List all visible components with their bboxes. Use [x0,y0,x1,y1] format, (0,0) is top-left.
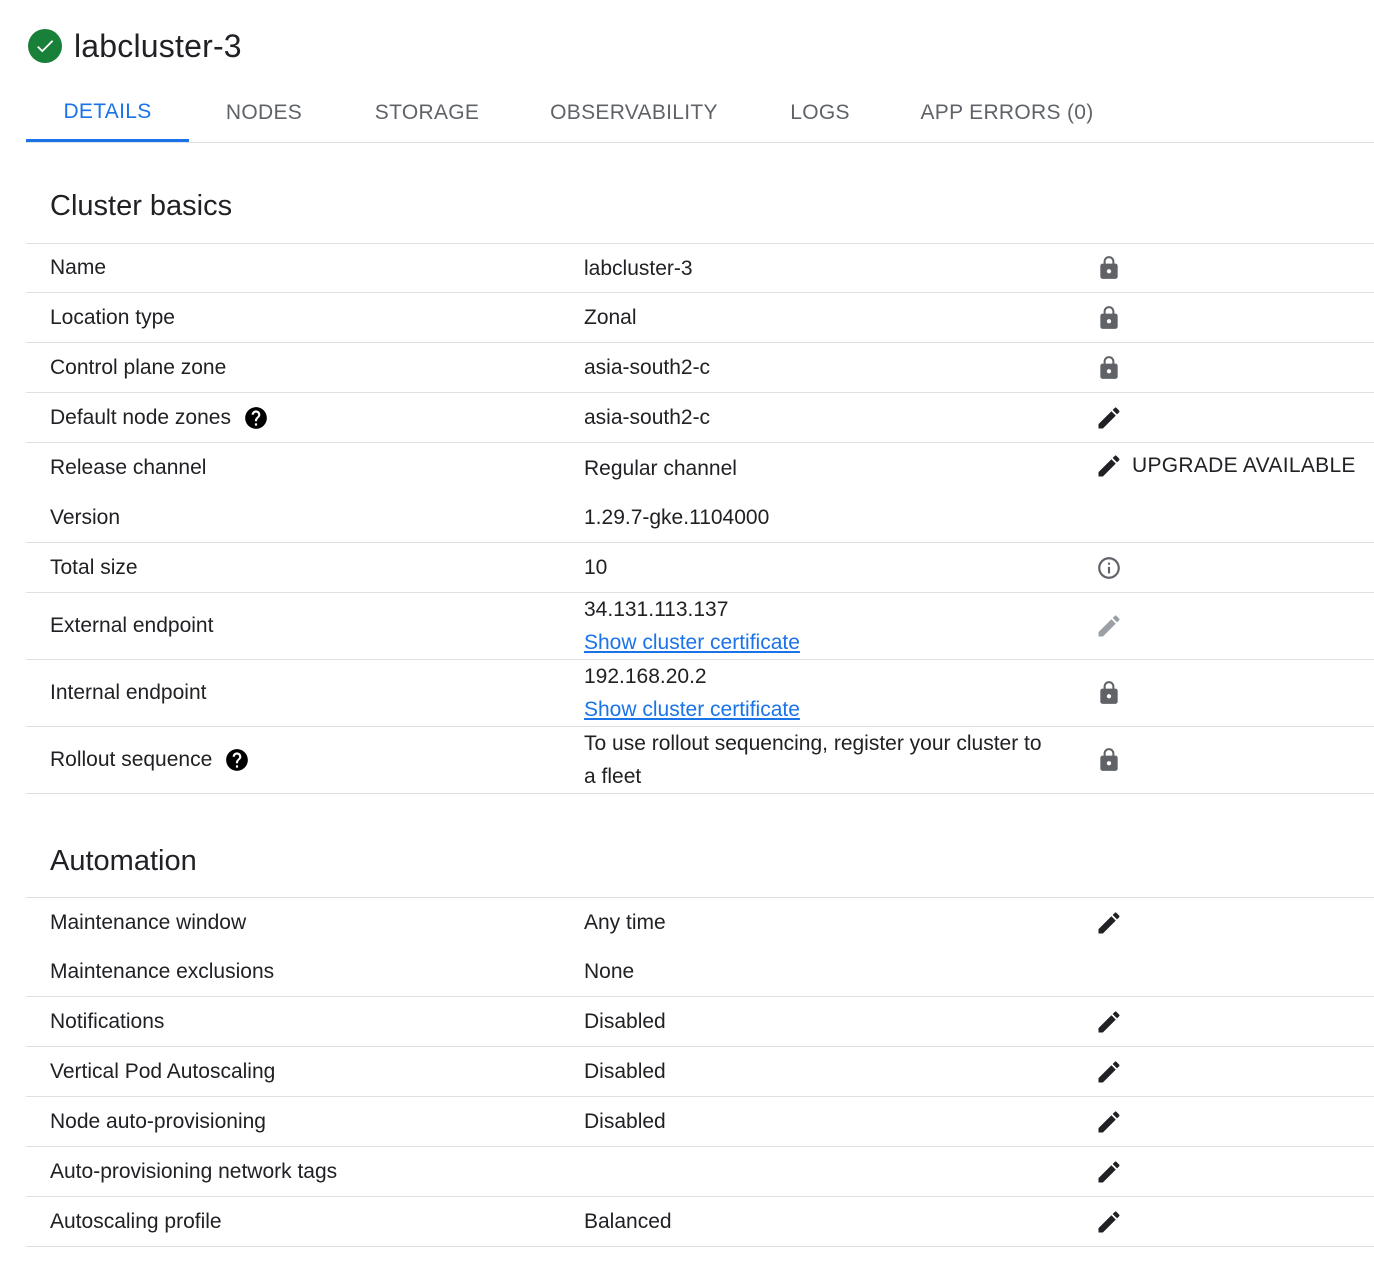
row-value-line: a fleet [584,765,642,788]
help-icon[interactable] [224,747,250,773]
cluster-basics-table: Name labcluster-3 Location type Zonal Co… [26,243,1374,794]
show-cluster-certificate-link[interactable]: Show cluster certificate [584,626,1074,659]
table-row: Location type Zonal [26,293,1374,343]
row-label: Version [50,505,121,529]
row-value: asia-south2-c [584,406,711,429]
page-header: labcluster-3 [28,28,242,64]
row-label: Release channel [50,456,207,479]
edit-icon[interactable] [1094,451,1124,481]
table-row: Notifications Disabled [26,997,1374,1047]
tab-nodes[interactable]: NODES [189,84,339,142]
edit-icon[interactable] [1094,1207,1124,1237]
row-value: Balanced [584,1210,672,1233]
row-label: Notifications [50,1009,165,1033]
check-circle-icon [28,29,62,63]
edit-icon[interactable] [1094,1107,1124,1137]
row-label-text: Default node zones [50,405,231,429]
row-label-with-help: Default node zones [50,393,269,442]
table-row: Version 1.29.7-gke.1104000 [26,493,1374,543]
info-icon[interactable] [1094,553,1124,583]
row-label: Name [50,256,107,279]
edit-icon[interactable] [1094,908,1124,938]
row-value: asia-south2-c [584,356,711,379]
row-label: Vertical Pod Autoscaling [50,1059,276,1083]
lock-icon [1094,678,1124,708]
row-value: 10 [584,556,608,579]
table-row: Control plane zone asia-south2-c [26,343,1374,393]
section-title-cluster-basics: Cluster basics [50,190,233,222]
table-row: Maintenance exclusions None [26,947,1374,997]
table-row: Autoscaling profile Balanced [26,1197,1374,1247]
table-row: Auto-provisioning network tags [26,1147,1374,1197]
row-label-text: Rollout sequence [50,748,213,771]
tab-observability[interactable]: OBSERVABILITY [515,84,753,142]
show-cluster-certificate-link[interactable]: Show cluster certificate [584,693,1074,726]
row-value: 1.29.7-gke.1104000 [584,506,770,529]
row-label: Location type [50,305,175,329]
lock-icon [1094,253,1124,283]
lock-icon [1094,353,1124,383]
row-value-line: To use rollout sequencing, register your… [584,732,1042,755]
table-row: Node auto-provisioning Disabled [26,1097,1374,1147]
row-value: 192.168.20.2 [584,665,707,688]
edit-icon[interactable] [1094,1157,1124,1187]
table-row: Default node zones asia-south2-c [26,393,1374,443]
row-value: Disabled [584,1010,666,1033]
page-title: labcluster-3 [74,27,242,64]
table-row: External endpoint 34.131.113.137 Show cl… [26,593,1374,660]
table-row: Rollout sequence To use rollout sequenci… [26,727,1374,794]
table-row: Internal endpoint 192.168.20.2 Show clus… [26,660,1374,727]
upgrade-available-button[interactable]: UPGRADE AVAILABLE [1132,454,1356,478]
table-row: Total size 10 [26,543,1374,593]
lock-icon [1094,745,1124,775]
row-label-with-help: Rollout sequence [50,727,250,793]
row-label: Control plane zone [50,355,227,379]
help-icon[interactable] [243,405,269,431]
tab-details[interactable]: DETAILS [26,84,189,142]
row-label: Auto-provisioning network tags [50,1159,338,1183]
row-value: Disabled [584,1110,666,1133]
section-title-automation: Automation [50,845,197,877]
table-row: Name labcluster-3 [26,243,1374,293]
row-label: Internal endpoint [50,681,207,704]
row-value: Any time [584,911,666,934]
tab-logs[interactable]: LOGS [753,84,887,142]
row-value: 34.131.113.137 [584,598,729,621]
row-value: labcluster-3 [584,256,693,280]
row-label: Total size [50,555,138,579]
row-value: Regular channel [584,456,737,480]
row-label: Maintenance exclusions [50,959,275,983]
row-label: External endpoint [50,614,214,637]
row-value: None [584,960,635,983]
automation-table: Maintenance window Any time Maintenance … [26,897,1374,1247]
row-label: Maintenance window [50,910,247,934]
table-row: Maintenance window Any time [26,897,1374,947]
row-label: Node auto-provisioning [50,1109,266,1133]
row-label: Autoscaling profile [50,1209,222,1233]
edit-icon-disabled [1094,611,1124,641]
row-value: Disabled [584,1060,666,1083]
lock-icon [1094,303,1124,333]
edit-icon[interactable] [1094,1007,1124,1037]
row-value: Zonal [584,306,637,329]
tab-storage[interactable]: STORAGE [339,84,515,142]
tab-app-errors[interactable]: APP ERRORS (0) [887,84,1127,142]
table-row: Vertical Pod Autoscaling Disabled [26,1047,1374,1097]
table-row: Release channel Regular channel UPGRADE … [26,443,1374,493]
tab-bar: DETAILS NODES STORAGE OBSERVABILITY LOGS… [26,84,1374,143]
edit-icon[interactable] [1094,1057,1124,1087]
edit-icon[interactable] [1094,403,1124,433]
